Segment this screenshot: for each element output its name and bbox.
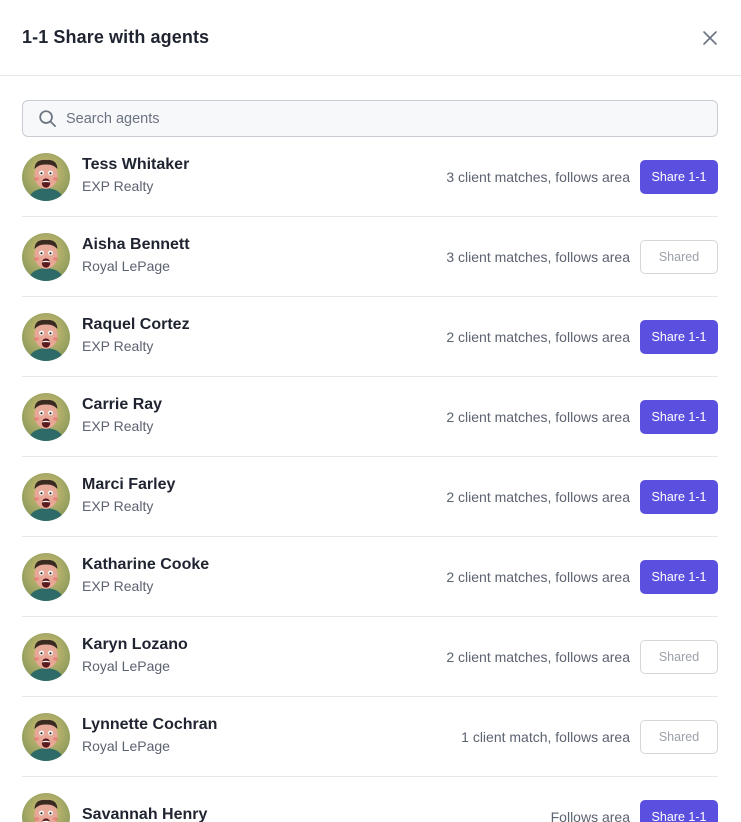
avatar <box>22 152 70 201</box>
match-summary: 1 client match, follows area <box>461 729 630 745</box>
agent-name: Savannah Henry <box>82 806 208 822</box>
agent-company: Royal LePage <box>82 658 170 674</box>
agent-name: Lynnette Cochran <box>82 716 218 733</box>
agent-info: Katharine Cooke EXP Realty <box>82 555 209 596</box>
match-summary: Follows area <box>550 809 630 822</box>
avatar-image <box>22 232 70 281</box>
share-button[interactable]: Share 1-1 <box>640 480 718 514</box>
agent-row: Karyn Lozano Royal LePage 2 client match… <box>22 617 718 697</box>
agent-company: EXP Realty <box>82 418 154 434</box>
avatar-image <box>22 792 70 822</box>
agent-info: Marci Farley EXP Realty <box>82 475 175 516</box>
agent-actions: 1 client match, follows area Shared <box>461 720 718 754</box>
agent-actions: 3 client matches, follows area Share 1-1 <box>446 160 718 194</box>
agent-row: Marci Farley EXP Realty 2 client matches… <box>22 457 718 537</box>
modal-title: 1-1 Share with agents <box>22 27 210 47</box>
avatar-image <box>22 552 70 601</box>
share-button[interactable]: Share 1-1 <box>640 400 718 434</box>
agent-company: Royal LePage <box>82 738 170 754</box>
agent-actions: 2 client matches, follows area Share 1-1 <box>446 480 718 514</box>
match-summary: 2 client matches, follows area <box>446 329 630 345</box>
avatar-image <box>22 152 70 201</box>
agent-info: Lynnette Cochran Royal LePage <box>82 715 217 756</box>
match-summary: 2 client matches, follows area <box>446 489 630 505</box>
agent-row: Aisha Bennett Royal LePage 3 client matc… <box>22 217 718 297</box>
agent-actions: 2 client matches, follows area Share 1-1 <box>446 320 718 354</box>
close-icon <box>703 31 717 45</box>
agent-actions: 2 client matches, follows area Share 1-1 <box>446 400 718 434</box>
shared-button[interactable]: Shared <box>640 240 718 274</box>
agent-actions: Follows area Share 1-1 <box>551 800 718 822</box>
agent-name: Katharine Cooke <box>82 556 210 573</box>
search-icon <box>37 109 57 129</box>
agent-name: Karyn Lozano <box>82 636 188 653</box>
avatar <box>22 792 70 822</box>
shared-button[interactable]: Shared <box>640 720 718 754</box>
avatar <box>22 712 70 761</box>
agent-list: Tess Whitaker EXP Realty 3 client matche… <box>22 137 718 822</box>
agent-info: Carrie Ray EXP Realty <box>82 395 162 436</box>
agent-row: Katharine Cooke EXP Realty 2 client matc… <box>22 537 718 617</box>
avatar <box>22 552 70 601</box>
shared-button[interactable]: Shared <box>640 640 718 674</box>
agent-actions: 2 client matches, follows area Share 1-1 <box>446 560 718 594</box>
match-summary: 2 client matches, follows area <box>446 569 630 585</box>
agent-company: EXP Realty <box>82 498 154 514</box>
agent-row: Tess Whitaker EXP Realty 3 client matche… <box>22 137 718 217</box>
agent-name: Carrie Ray <box>82 396 163 413</box>
share-button[interactable]: Share 1-1 <box>640 560 718 594</box>
agent-name: Aisha Bennett <box>82 236 190 253</box>
agent-row: Lynnette Cochran Royal LePage 1 client m… <box>22 697 718 777</box>
avatar <box>22 472 70 521</box>
avatar-image <box>22 392 70 441</box>
agent-row: Carrie Ray EXP Realty 2 client matches, … <box>22 377 718 457</box>
agent-company: EXP Realty <box>82 338 154 354</box>
agent-name: Tess Whitaker <box>82 156 190 173</box>
agent-row: Raquel Cortez EXP Realty 2 client matche… <box>22 297 718 377</box>
agent-actions: 2 client matches, follows area Shared <box>446 640 718 674</box>
search-box[interactable] <box>22 100 718 137</box>
share-button[interactable]: Share 1-1 <box>640 800 718 822</box>
avatar-image <box>22 712 70 761</box>
search-input[interactable] <box>66 101 717 136</box>
avatar-image <box>22 312 70 361</box>
avatar <box>22 312 70 361</box>
match-summary: 2 client matches, follows area <box>446 409 630 425</box>
agent-company: Royal LePage <box>82 258 170 274</box>
match-summary: 2 client matches, follows area <box>446 649 630 665</box>
match-summary: 3 client matches, follows area <box>446 249 630 265</box>
agent-name: Raquel Cortez <box>82 316 190 333</box>
avatar-image <box>22 472 70 521</box>
avatar <box>22 232 70 281</box>
match-summary: 3 client matches, follows area <box>446 169 630 185</box>
agent-info: Raquel Cortez EXP Realty <box>82 315 190 356</box>
modal-header: 1-1 Share with agents <box>0 0 741 76</box>
share-modal: 1-1 Share with agents Search agents Tess… <box>0 0 741 822</box>
share-button[interactable]: Share 1-1 <box>640 160 718 194</box>
agent-info: Aisha Bennett Royal LePage <box>82 235 190 276</box>
avatar <box>22 632 70 681</box>
avatar-image <box>22 632 70 681</box>
close-button[interactable] <box>699 27 721 49</box>
share-button[interactable]: Share 1-1 <box>640 320 718 354</box>
agent-info: Savannah Henry <box>82 805 207 822</box>
agent-name: Marci Farley <box>82 476 176 493</box>
agent-company: EXP Realty <box>82 578 154 594</box>
agent-company: EXP Realty <box>82 178 154 194</box>
agent-info: Tess Whitaker EXP Realty <box>82 155 189 196</box>
agent-info: Karyn Lozano Royal LePage <box>82 635 188 676</box>
agent-row: Savannah Henry Follows area Share 1-1 <box>22 777 718 822</box>
agent-actions: 3 client matches, follows area Shared <box>446 240 718 274</box>
avatar <box>22 392 70 441</box>
